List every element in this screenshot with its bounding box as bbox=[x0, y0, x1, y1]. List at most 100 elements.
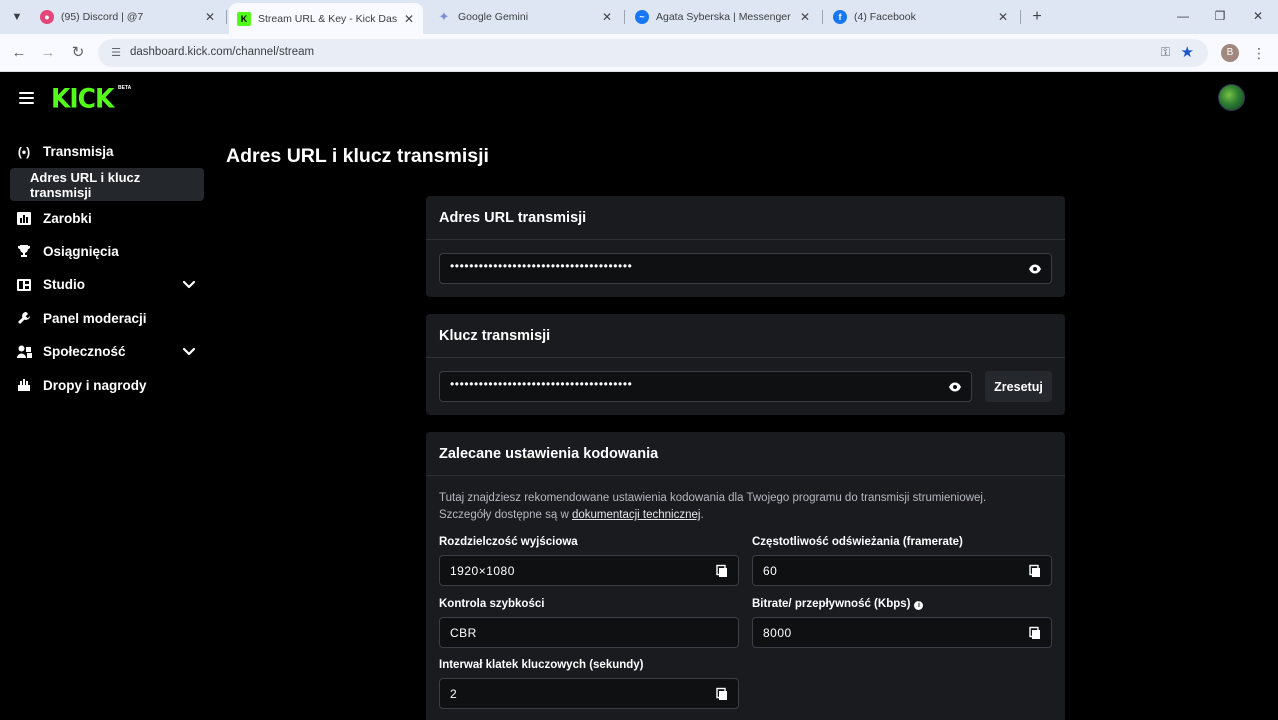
sidebar-item-label: Adres URL i klucz transmisji bbox=[30, 169, 141, 200]
keyframe-label: Interwał klatek kluczowych (sekundy) bbox=[439, 659, 644, 671]
tab-kick-dashboard[interactable]: K Stream URL & Key - Kick Dashb ✕ bbox=[229, 3, 423, 34]
keyframe-value: 2 bbox=[450, 687, 458, 701]
description-suffix: . bbox=[700, 509, 704, 521]
tab-facebook[interactable]: f (4) Facebook ✕ bbox=[825, 4, 1017, 30]
password-key-icon[interactable]: ⚿ bbox=[1161, 45, 1170, 60]
sidebar-item-studio[interactable]: Studio bbox=[0, 268, 215, 301]
sidebar-item-label: Panel moderacji bbox=[43, 310, 147, 326]
sidebar-item-spolecznosc[interactable]: Społeczność bbox=[0, 335, 215, 368]
broadcast-icon: (•) bbox=[17, 144, 31, 159]
encoding-settings-card: Zalecane ustawienia kodowania Tutaj znaj… bbox=[426, 432, 1065, 720]
rate-control-label: Kontrola szybkości bbox=[439, 598, 545, 610]
bitrate-label-text: Bitrate/ przepływność (Kbps) bbox=[752, 598, 911, 610]
restore-icon[interactable]: ❐ bbox=[1208, 6, 1232, 26]
browser-tab-strip: ▼ ● (95) Discord | @7 ✕ K Stream URL & K… bbox=[0, 0, 1278, 34]
minimize-icon[interactable]: — bbox=[1171, 6, 1195, 26]
tab-divider bbox=[822, 10, 823, 24]
docs-link[interactable]: dokumentacji technicznej bbox=[572, 509, 701, 521]
sidebar-item-label: Transmisja bbox=[43, 144, 114, 160]
tab-title: Agata Syberska | Messenger bbox=[656, 11, 791, 23]
browser-menu-icon[interactable]: ⋮ bbox=[1252, 42, 1266, 64]
tab-search-chevron-icon[interactable]: ▼ bbox=[6, 7, 28, 27]
resolution-label: Rozdzielczość wyjściowa bbox=[439, 536, 578, 548]
copy-icon[interactable] bbox=[715, 564, 729, 578]
sidebar-nav: (•) Transmisja Adres URL i klucz transmi… bbox=[0, 135, 215, 402]
keyframe-field[interactable]: 2 bbox=[439, 678, 739, 709]
close-icon[interactable]: ✕ bbox=[601, 10, 613, 24]
tab-discord[interactable]: ● (95) Discord | @7 ✕ bbox=[32, 4, 224, 30]
forward-arrow-icon[interactable]: → bbox=[37, 42, 59, 64]
close-icon[interactable]: ✕ bbox=[799, 10, 811, 24]
facebook-icon: f bbox=[833, 10, 847, 24]
tab-gemini[interactable]: ✦ Google Gemini ✕ bbox=[429, 4, 621, 30]
copy-icon[interactable] bbox=[715, 687, 729, 701]
tab-title: Stream URL & Key - Kick Dashb bbox=[258, 12, 397, 25]
resolution-value: 1920×1080 bbox=[450, 564, 515, 578]
tab-title: Google Gemini bbox=[458, 11, 529, 23]
site-settings-icon[interactable]: ☰ bbox=[108, 45, 124, 61]
framerate-label: Częstotliwość odświeżania (framerate) bbox=[752, 536, 963, 548]
kick-logo[interactable]: KICK bbox=[51, 83, 114, 113]
sidebar-item-transmisja[interactable]: (•) Transmisja bbox=[0, 135, 215, 168]
chevron-down-icon[interactable] bbox=[181, 277, 197, 293]
sidebar-item-zarobki[interactable]: Zarobki bbox=[0, 201, 215, 234]
close-icon[interactable]: ✕ bbox=[403, 12, 415, 26]
copy-icon[interactable] bbox=[1028, 564, 1042, 578]
framerate-field[interactable]: 60 bbox=[752, 555, 1052, 586]
eye-icon[interactable] bbox=[1028, 262, 1042, 276]
profile-avatar[interactable]: B bbox=[1221, 44, 1239, 62]
sidebar-item-dropy-nagrody[interactable]: Dropy i nagrody bbox=[0, 368, 215, 401]
masked-value: •••••••••••••••••••••••••••••••••••••• bbox=[450, 377, 633, 391]
close-icon[interactable]: ✕ bbox=[997, 10, 1009, 24]
user-avatar[interactable] bbox=[1218, 84, 1245, 111]
url-bar[interactable]: ☰ dashboard.kick.com/channel/stream ⚿ ★ bbox=[98, 39, 1208, 67]
sidebar-item-osiagniecia[interactable]: Osiągnięcia bbox=[0, 235, 215, 268]
sidebar-item-label: Dropy i nagrody bbox=[43, 377, 147, 393]
address-bar-row: ← → ↻ ☰ dashboard.kick.com/channel/strea… bbox=[0, 34, 1278, 72]
earnings-icon bbox=[16, 210, 32, 226]
url-text[interactable]: dashboard.kick.com/channel/stream bbox=[130, 46, 314, 58]
tab-messenger[interactable]: ~ Agata Syberska | Messenger ✕ bbox=[627, 4, 819, 30]
page-title: Adres URL i klucz transmisji bbox=[226, 145, 489, 167]
stream-url-field[interactable]: •••••••••••••••••••••••••••••••••••••• bbox=[439, 253, 1052, 284]
resolution-field[interactable]: 1920×1080 bbox=[439, 555, 739, 586]
bitrate-field[interactable]: 8000 bbox=[752, 617, 1052, 648]
chevron-down-icon[interactable] bbox=[181, 344, 197, 360]
kick-favicon-icon: K bbox=[237, 11, 251, 26]
sidebar-item-stream-url-key[interactable]: Adres URL i klucz transmisji bbox=[10, 168, 204, 202]
sidebar-item-panel-moderacji[interactable]: Panel moderacji bbox=[0, 302, 215, 335]
reset-key-button[interactable]: Zresetuj bbox=[985, 371, 1052, 402]
description-prefix: Szczegóły dostępne są w bbox=[439, 509, 572, 521]
community-icon bbox=[16, 344, 32, 360]
masked-value: •••••••••••••••••••••••••••••••••••••• bbox=[450, 259, 633, 273]
trophy-icon bbox=[16, 243, 32, 259]
discord-favicon-icon: ● bbox=[40, 10, 54, 24]
tab-title: (4) Facebook bbox=[854, 11, 916, 23]
stream-key-field[interactable]: •••••••••••••••••••••••••••••••••••••• bbox=[439, 371, 972, 402]
rate-control-field[interactable]: CBR bbox=[439, 617, 739, 648]
copy-icon[interactable] bbox=[1028, 626, 1042, 640]
card-title: Klucz transmisji bbox=[426, 314, 1065, 358]
new-tab-plus-icon[interactable]: + bbox=[1027, 7, 1047, 27]
tab-divider bbox=[226, 10, 227, 24]
studio-icon bbox=[16, 277, 32, 293]
hamburger-menu-icon[interactable] bbox=[19, 92, 34, 104]
bookmark-star-icon[interactable]: ★ bbox=[1181, 43, 1194, 61]
eye-icon[interactable] bbox=[948, 380, 962, 394]
encoding-description: Tutaj znajdziesz rekomendowane ustawieni… bbox=[439, 490, 1049, 524]
tab-divider bbox=[1020, 10, 1021, 24]
close-window-icon[interactable]: ✕ bbox=[1246, 6, 1270, 26]
sidebar-item-label: Zarobki bbox=[43, 210, 92, 226]
rate-control-value: CBR bbox=[450, 626, 477, 640]
close-icon[interactable]: ✕ bbox=[204, 10, 216, 24]
info-icon[interactable]: i bbox=[914, 601, 924, 610]
stream-key-card: Klucz transmisji •••••••••••••••••••••••… bbox=[426, 314, 1065, 415]
tab-title: (95) Discord | @7 bbox=[61, 11, 144, 23]
sidebar-item-label: Społeczność bbox=[43, 344, 126, 360]
back-arrow-icon[interactable]: ← bbox=[8, 42, 30, 64]
reload-icon[interactable]: ↻ bbox=[67, 42, 89, 64]
beta-badge: BETA bbox=[118, 85, 132, 91]
kick-dashboard: KICK BETA (•) Transmisja Adres URL i klu… bbox=[0, 73, 1278, 720]
drops-icon bbox=[16, 377, 32, 393]
description-line: Szczegóły dostępne są w dokumentacji tec… bbox=[439, 507, 1049, 524]
